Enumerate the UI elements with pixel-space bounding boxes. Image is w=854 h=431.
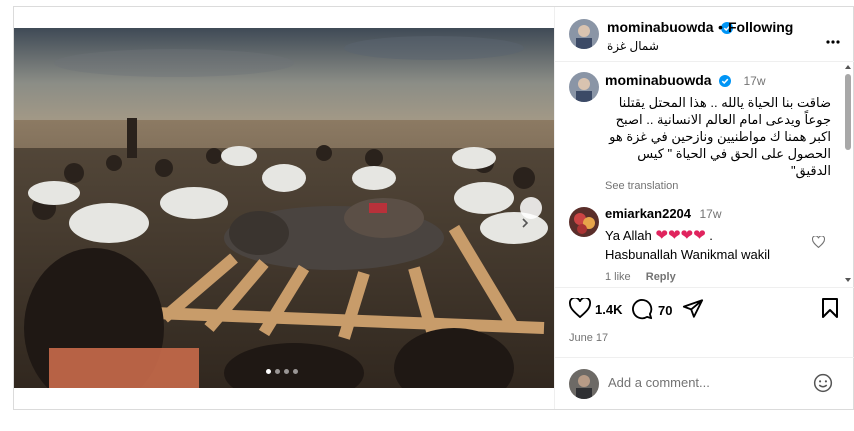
comment-icon[interactable] [631, 298, 653, 323]
caption-text: ضاقت بنا الحياة يالله .. هذا المحتل يقتل… [605, 94, 831, 179]
carousel-dot [275, 369, 280, 374]
see-translation-link[interactable]: See translation [605, 180, 831, 192]
post-dialog: mominabuowda • Following شمال غزة momina… [13, 6, 854, 410]
scrollbar-track-icon [845, 65, 851, 282]
comment-line-2: Hasbunallah Wanikmal wakil [605, 247, 770, 262]
post-side-panel: mominabuowda • Following شمال غزة momina… [554, 7, 854, 409]
comment-line-1: Ya Allah [605, 228, 652, 243]
header-author-name[interactable]: mominabuowda [607, 19, 714, 35]
red-heart-emoji-icon: ❤❤❤❤ [655, 227, 706, 244]
bookmark-icon[interactable] [821, 298, 839, 318]
comment-author-name[interactable]: emiarkan2204 [605, 206, 691, 221]
comment-item: emiarkan2204 17w Ya Allah ❤❤❤❤ . Hasbuna… [605, 205, 815, 283]
verified-badge-icon [719, 74, 732, 92]
post-location[interactable]: شمال غزة [607, 39, 659, 53]
author-avatar[interactable] [569, 19, 599, 49]
header-author-row: mominabuowda [607, 19, 734, 39]
comment-action: 70 [631, 298, 672, 323]
comments-count[interactable]: 70 [658, 303, 672, 318]
current-user-avatar [569, 369, 599, 399]
add-comment-input[interactable]: Add a comment... [608, 375, 710, 390]
comments-list[interactable]: mominabuowda 17w ضاقت بنا الحياة يالله .… [555, 62, 854, 287]
comment-text: Ya Allah ❤❤❤❤ . Hasbunallah Wanikmal wak… [605, 226, 815, 264]
following-button[interactable]: Following [728, 19, 793, 35]
post-caption: mominabuowda 17w ضاقت بنا الحياة يالله .… [605, 72, 831, 192]
comment-period: . [709, 228, 713, 243]
caption-author-name[interactable]: mominabuowda [605, 72, 712, 88]
avatar-image [569, 72, 599, 102]
share-icon[interactable] [682, 298, 704, 319]
emoji-icon[interactable] [813, 373, 833, 398]
caption-line: ضاقت بنا الحياة يالله .. هذا المحتل يقتل… [618, 95, 831, 110]
comment-time[interactable]: 17w [699, 207, 721, 221]
comment-like-heart-icon[interactable] [811, 235, 826, 253]
carousel-dots [266, 369, 298, 374]
post-actions: 1.4K 70 June 17 [555, 287, 854, 344]
reply-button[interactable]: Reply [646, 271, 676, 283]
photo-image [14, 28, 554, 388]
comments-scrollbar[interactable] [841, 62, 854, 287]
avatar-image [569, 207, 599, 237]
heart-icon[interactable] [569, 296, 591, 321]
carousel-dot [293, 369, 298, 374]
post-header: mominabuowda • Following شمال غزة [555, 7, 854, 62]
caption-line: الدقيق" [791, 163, 831, 178]
carousel-next-button[interactable] [520, 197, 542, 228]
comment-meta: 1 like Reply [605, 271, 815, 283]
post-date[interactable]: June 17 [569, 332, 608, 344]
like-action: 1.4K [569, 296, 622, 321]
likes-count[interactable]: 1.4K [595, 302, 622, 317]
avatar-image [569, 369, 599, 399]
separator-dot: • [718, 19, 723, 35]
carousel-dot [266, 369, 271, 374]
add-comment-bar: Add a comment... [555, 357, 854, 410]
chevron-right-icon [522, 218, 529, 228]
caption-time[interactable]: 17w [743, 74, 765, 88]
more-options-icon[interactable] [826, 31, 840, 49]
carousel-dot [284, 369, 289, 374]
caption-avatar[interactable] [569, 72, 599, 102]
post-photo[interactable] [14, 7, 554, 409]
avatar-image [569, 19, 599, 49]
caption-line: الحصول على الحق في الحياة " كيس [637, 146, 831, 161]
caption-line: اكبر همنا ك مواطنيين ونازحين في غزة هو [609, 129, 831, 144]
comment-likes[interactable]: 1 like [605, 271, 631, 283]
commenter-avatar[interactable] [569, 207, 599, 237]
caption-line: جوعاً ويدعى امام العالم الانسانية .. اصب… [615, 112, 831, 127]
